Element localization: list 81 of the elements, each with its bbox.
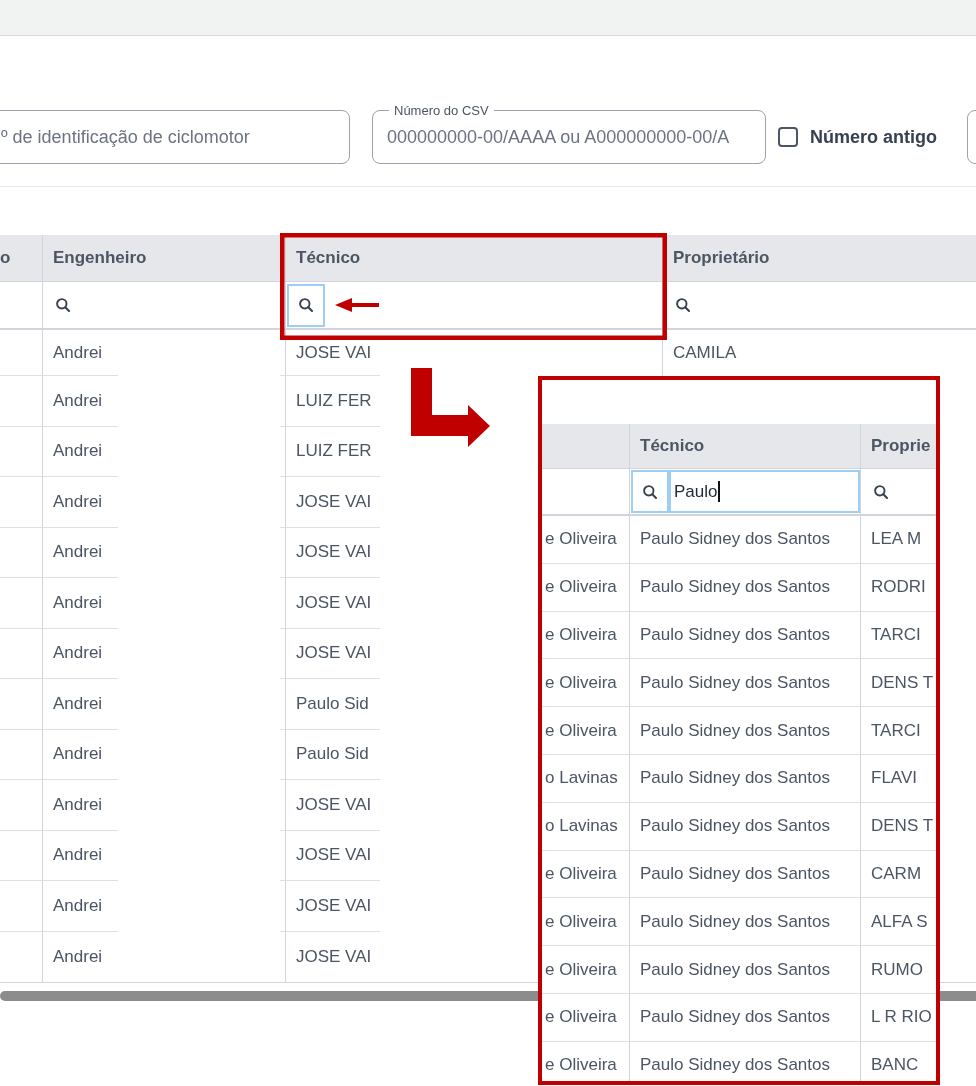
table-cell: CAMILA [673,343,737,363]
input-field[interactable]: º de identificação de ciclomotor [0,110,350,164]
search-icon [643,484,657,499]
column-header: Técnico [630,424,861,469]
filter-field[interactable]: Paulo [669,470,860,513]
table-cell: Paulo Sid [286,729,380,780]
table-cell: Andrei [42,376,118,427]
table-cell: o Lavinas [542,802,630,851]
table-cell: Paulo Sidney dos Santos [630,993,861,1042]
table-cell: e Oliveira [542,516,630,564]
search-icon [299,298,313,312]
table-cell: Andrei [42,578,118,629]
table-cell: Andrei [42,426,118,477]
text-cursor [718,481,720,502]
column-header: Proprie [861,424,936,469]
table-cell: Paulo Sidney dos Santos [630,563,861,612]
table-cell: Paulo Sidney dos Santos [630,1041,861,1081]
table-cell: DENS T [861,802,936,851]
table-cell: BANC [861,1041,936,1081]
table-cell: Paulo Sidney dos Santos [630,755,861,803]
table-cell: Paulo Sidney dos Santos [630,802,861,851]
table-cell: e Oliveira [542,993,630,1042]
checkbox[interactable] [778,127,798,147]
table-cell: TARCI [861,611,936,660]
search-button[interactable] [631,470,669,513]
search-button[interactable] [287,283,325,327]
table-cell: JOSE VAI [286,527,380,578]
table-cell: Paulo Sidney dos Santos [630,707,861,755]
checkbox-label[interactable]: Número antigo [810,127,937,147]
table-cell: Paulo Sidney dos Santos [630,946,861,994]
table-cell: JOSE VAI [286,477,380,528]
table-cell: Andrei [42,477,118,528]
table-cell: Andrei [42,780,118,831]
table-cell: e Oliveira [542,611,630,660]
table-cell: Andrei [42,729,118,780]
table-cell: JOSE VAI [286,830,380,881]
table-cell: Paulo Sid [286,679,380,730]
table-cell: ALFA S [861,898,936,947]
table-cell: TARCI [861,707,936,755]
table-cell: JOSE VAI [286,330,380,376]
table-cell: e Oliveira [542,659,630,708]
table-cell: LUIZ FER [286,426,380,477]
table-cell-text: JOSE VAI [295,945,373,968]
table-cell: FLAVI [861,755,936,803]
table-cell: L R RIO [861,993,936,1042]
table-cell: Paulo Sidney dos Santos [630,898,861,947]
table-cell: e Oliveira [542,707,630,755]
table-cell: o Lavinas [542,755,630,803]
table-cell: e Oliveira [542,563,630,612]
table-cell: e Oliveira [542,898,630,947]
table-cell: JOSE VAI [286,628,380,679]
annotation-arrow [335,298,379,312]
table-cell: e Oliveira [542,850,630,899]
field-label: Número do CSV [389,104,494,117]
table-cell: LEA M [861,516,936,564]
search-icon[interactable] [676,298,690,312]
table-cell: Paulo Sidney dos Santos [630,850,861,899]
table-cell: LUIZ FER [286,376,380,427]
table-cell: RODRI [861,563,936,612]
table-cell: Andrei [42,527,118,578]
table-cell: e Oliveira [542,1041,630,1081]
table-cell: RUMO [861,946,936,994]
column-header: Engenheiro [43,235,286,282]
table-cell: Andrei [42,679,118,730]
search-icon[interactable] [56,298,70,312]
table-cell: Andrei [42,881,118,932]
column-header: Técnico [286,235,663,282]
table-cell: DENS T [861,659,936,708]
table-cell: e Oliveira [542,946,630,994]
table-cell: CARM [861,850,936,899]
table-cell: Andrei [42,830,118,881]
column-header: o [0,235,43,282]
table-cell: Paulo Sidney dos Santos [630,659,861,708]
table-cell: Andrei [42,628,118,679]
table-cell: JOSE VAI [286,881,380,932]
search-icon[interactable] [874,484,888,499]
table-cell: Andrei [42,330,118,376]
table-cell: JOSE VAI [286,780,380,831]
table-cell: Paulo Sidney dos Santos [630,516,861,564]
table-cell: JOSE VAI [286,578,380,629]
table-cell: Paulo Sidney dos Santos [630,611,861,660]
